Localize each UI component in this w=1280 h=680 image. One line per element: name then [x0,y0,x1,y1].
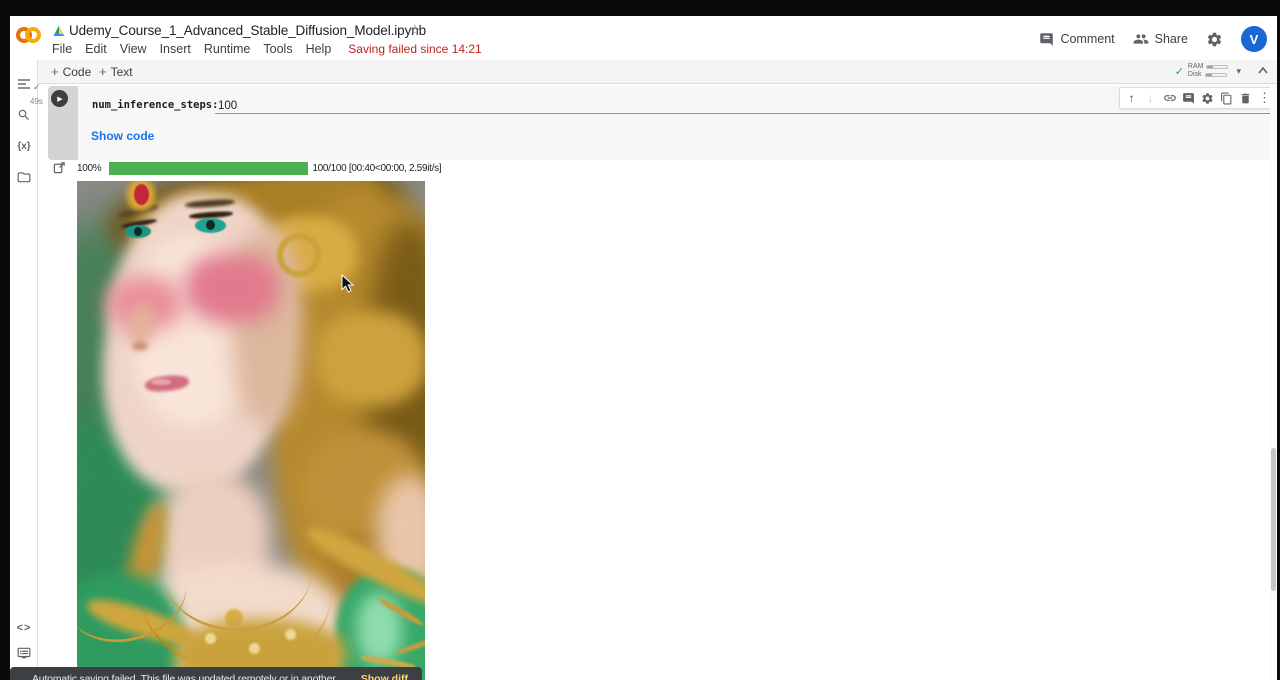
save-failed-toast: Automatic saving failed. This file was u… [10,667,422,680]
progress-output: 100% 100/100 [00:40<00:00, 2.59it/s] [53,162,441,175]
collapse-header-button[interactable] [1257,66,1269,74]
menu-file[interactable]: File [52,42,72,56]
delete-cell-trash-icon[interactable] [1237,89,1254,107]
scrollbar-track[interactable] [1270,84,1277,680]
add-comment-icon[interactable] [1180,89,1197,107]
show-diff-button[interactable]: Show diff [361,673,408,680]
output-image [77,181,425,680]
menu-edit[interactable]: Edit [85,42,107,56]
drive-icon [53,25,65,37]
gear-icon [1206,31,1223,48]
add-text-button[interactable]: + Text [99,64,133,79]
cell-toolbar: ↑ ↓ ⋮ [1119,87,1277,109]
image-art-shape [133,342,147,350]
notebook-title[interactable]: Udemy_Course_1_Advanced_Stable_Diffusion… [69,23,426,38]
form-param-input[interactable]: 100 [215,96,1270,114]
left-sidebar: {x} <> [10,60,38,680]
search-icon[interactable] [10,103,38,127]
comment-button[interactable]: Comment [1039,32,1114,47]
image-art-shape [185,253,280,323]
image-art-shape [357,593,402,665]
star-icon[interactable]: ☆ [408,21,421,39]
comment-icon [1039,32,1054,47]
form-param-label: num_inference_steps: [92,99,218,111]
image-art-shape [134,184,149,205]
add-code-label: Code [63,65,92,79]
disk-label: Disk [1188,71,1202,79]
share-people-icon [1133,31,1149,47]
progress-detail: 100/100 [00:40<00:00, 2.59it/s] [312,163,441,174]
menu-insert[interactable]: Insert [160,42,191,56]
cell-settings-gear-icon[interactable] [1199,89,1216,107]
ram-label: RAM [1188,63,1204,71]
cell-execution-time: 49s [30,97,43,106]
chevron-up-icon [1257,66,1269,74]
form-param-value: 100 [215,100,237,112]
caret-down-icon: ▾ [1236,66,1241,77]
run-cell-button[interactable]: ▶ [51,90,68,107]
share-button[interactable]: Share [1133,31,1188,47]
header: Udemy_Course_1_Advanced_Stable_Diffusion… [10,16,1277,60]
colab-logo[interactable] [16,27,41,43]
menu-view[interactable]: View [120,42,147,56]
plus-icon: + [99,64,107,79]
move-cell-up-icon[interactable]: ↑ [1123,89,1140,107]
header-actions: Comment Share V [1039,26,1267,52]
terminal-icon[interactable] [10,641,38,665]
disk-usage-bar [1205,73,1227,77]
toast-message: Automatic saving failed. This file was u… [32,673,345,680]
link-to-cell-icon[interactable] [1161,89,1178,107]
connected-check-icon: ✓ [1175,65,1184,78]
notebook-toolbar: + Code + Text ✓ RAM Disk ▾ [38,60,1277,84]
menu-runtime[interactable]: Runtime [204,42,251,56]
image-art-shape [317,311,425,406]
image-art-shape [249,643,260,654]
mirror-cell-copy-icon[interactable] [1218,89,1235,107]
mouse-cursor [341,274,355,294]
resources-button[interactable]: ✓ RAM Disk ▾ [1175,63,1241,79]
files-folder-icon[interactable] [10,165,38,189]
menu-bar: File Edit View Insert Runtime Tools Help… [52,42,482,56]
code-cell: ▶ num_inference_steps: 100 Show code [48,86,1272,160]
image-art-shape [277,233,321,277]
menu-tools[interactable]: Tools [263,42,292,56]
menu-help[interactable]: Help [306,42,332,56]
settings-button[interactable] [1206,31,1223,48]
show-code-link[interactable]: Show code [91,129,154,143]
plus-icon: + [51,64,59,79]
add-text-label: Text [111,65,133,79]
image-art-shape [205,633,216,644]
avatar[interactable]: V [1241,26,1267,52]
progress-bar [109,162,308,175]
move-cell-down-icon[interactable]: ↓ [1142,89,1159,107]
image-art-shape [206,220,215,230]
progress-percent: 100% [77,163,101,174]
scrollbar-thumb[interactable] [1271,448,1276,591]
colab-logo-right-ring [25,27,41,43]
add-code-button[interactable]: + Code [51,64,91,79]
ram-usage-bar [1206,65,1228,69]
image-art-shape [134,227,142,236]
cell-executed-check-icon: ✓ [33,82,41,93]
share-label: Share [1155,32,1188,46]
image-art-shape [151,379,171,385]
image-art-shape [285,629,296,640]
save-status[interactable]: Saving failed since 14:21 [348,42,481,56]
colab-window: Udemy_Course_1_Advanced_Stable_Diffusion… [10,16,1277,680]
variables-icon[interactable]: {x} [10,134,38,158]
code-snippets-icon[interactable]: <> [10,616,38,640]
comment-label: Comment [1060,32,1114,46]
